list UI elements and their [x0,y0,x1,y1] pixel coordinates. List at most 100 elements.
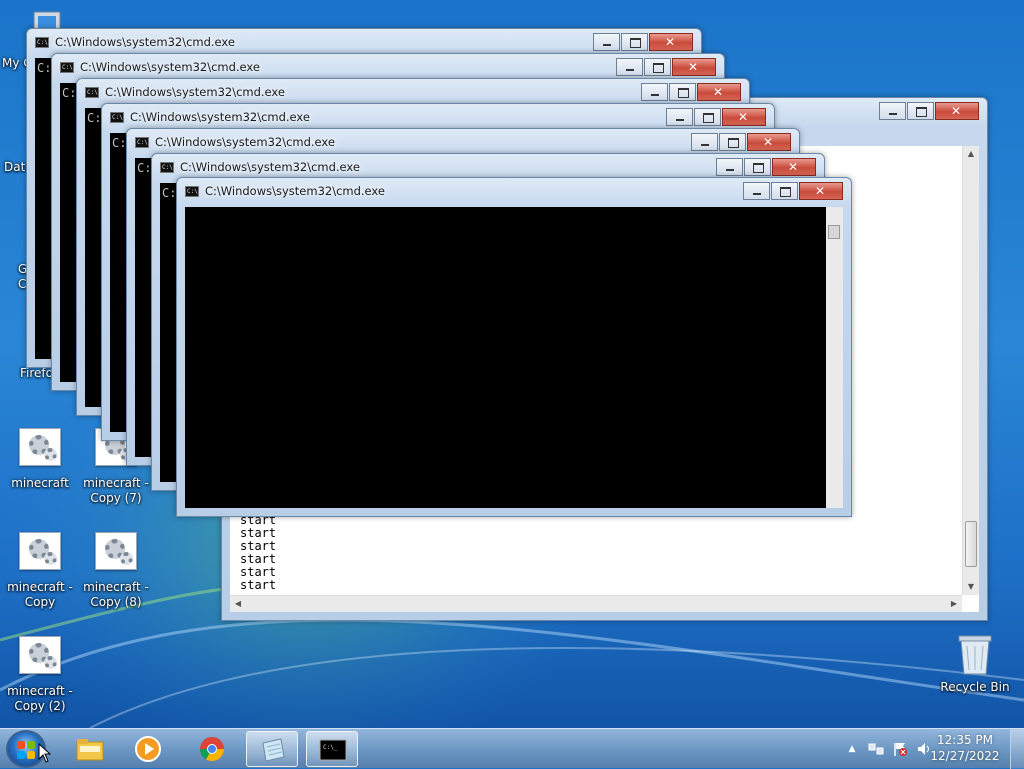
close-button[interactable] [649,33,693,51]
desktop-icon-minecraft-copy-2[interactable]: minecraft - Copy (2) [0,636,80,714]
desktop-icon-recycle-bin[interactable]: Recycle Bin [935,632,1015,695]
window-controls [690,133,791,151]
close-button[interactable] [935,102,979,120]
taskbar-button-windows-explorer[interactable] [64,731,116,767]
window-title: C:\Windows\system32\cmd.exe [155,135,335,149]
window-controls [592,33,693,51]
console-prompt: C: [112,136,127,150]
window-controls [715,158,816,176]
taskbar-button-notepad[interactable] [246,731,298,767]
desktop-icon-label-line1: minecraft - [7,684,73,698]
svg-text:C:\_: C:\_ [323,744,338,751]
desktop: My Comp ↗ DataWagon... ↗ Google Chrome ↗… [0,0,1024,728]
maximize-button[interactable] [644,58,671,76]
close-button[interactable] [697,83,741,101]
vertical-scrollbar[interactable]: ▲ ▼ [962,146,979,595]
clock-date: 12/27/2022 [930,749,1000,763]
scroll-left-arrow-icon[interactable]: ◀ [230,596,246,612]
console-prompt: C: [37,61,52,75]
console-prompt: C: [62,86,77,100]
cmd-icon: C:\ [185,186,199,197]
console-area[interactable] [185,207,843,508]
desktop-icon-label-line1: minecraft - [7,580,73,594]
desktop-icon-minecraft[interactable]: minecraft [0,428,80,491]
cmd-window-active[interactable]: C:\ C:\Windows\system32\cmd.exe [176,177,852,517]
system-tray: ▲ 12:35 PM 12/27/2022 [834,729,1024,769]
show-hidden-icons-button[interactable]: ▲ [844,741,860,757]
window-title: C:\Windows\system32\cmd.exe [130,110,310,124]
windows-logo-icon [17,741,35,759]
desktop-icon-label-line2: Copy [24,595,56,609]
maximize-button[interactable] [669,83,696,101]
text-line: start [240,578,277,592]
cmd-icon: C:\ [60,62,74,73]
taskbar-button-google-chrome[interactable] [186,731,238,767]
action-center-flag-icon[interactable] [892,741,908,757]
scroll-down-arrow-icon[interactable]: ▼ [963,579,979,595]
desktop-icon-minecraft-copy[interactable]: minecraft - Copy [0,532,80,610]
window-title: C:\Windows\system32\cmd.exe [105,85,285,99]
minimize-button[interactable] [666,108,693,126]
clock-time: 12:35 PM [937,733,993,747]
console-prompt: C: [162,186,177,200]
minimize-button[interactable] [716,158,743,176]
horizontal-scrollbar[interactable]: ◀ ▶ [230,595,962,612]
cmd-icon: C:\ [35,37,49,48]
desktop-icon-label-line1: minecraft - [83,580,149,594]
taskbar-button-command-prompt[interactable]: C:\_ [306,731,358,767]
cmd-icon: C:\ [85,87,99,98]
console-scrollbar[interactable] [826,207,843,508]
close-button[interactable] [772,158,816,176]
minimize-button[interactable] [743,182,770,200]
title-bar[interactable]: C:\ C:\Windows\system32\cmd.exe [52,54,724,80]
chrome-icon [199,737,225,762]
close-button[interactable] [799,182,843,200]
scroll-thumb[interactable] [828,225,840,239]
taskbar-button-media-player[interactable] [122,731,174,767]
cmd-icon: C:\ [135,137,149,148]
maximize-button[interactable] [719,133,746,151]
maximize-button[interactable] [771,182,798,200]
desktop-icon-minecraft-copy-8[interactable]: minecraft - Copy (8) [76,532,156,610]
maximize-button[interactable] [621,33,648,51]
config-file-icon [18,532,62,576]
title-bar[interactable]: C:\ C:\Windows\system32\cmd.exe [102,104,774,130]
window-controls [878,102,979,120]
config-file-icon [94,532,138,576]
recycle-bin-icon [953,632,997,676]
title-bar[interactable]: C:\ C:\Windows\system32\cmd.exe [127,129,799,155]
scroll-up-arrow-icon[interactable]: ▲ [963,146,979,162]
close-button[interactable] [722,108,766,126]
title-bar[interactable]: C:\ C:\Windows\system32\cmd.exe [27,29,701,55]
taskbar: C:\_ ▲ 12:35 PM 12/27/2022 [0,728,1024,769]
title-bar[interactable]: C:\ C:\Windows\system32\cmd.exe [77,79,749,105]
minimize-button[interactable] [879,102,906,120]
maximize-button[interactable] [744,158,771,176]
maximize-button[interactable] [694,108,721,126]
window-controls [615,58,716,76]
scroll-thumb[interactable] [965,521,977,567]
desktop-icon-label: minecraft [11,476,69,490]
title-bar[interactable]: C:\ C:\Windows\system32\cmd.exe [177,178,851,204]
desktop-icon-label-line2: Copy (7) [90,491,142,505]
console-prompt: C: [87,111,102,125]
close-button[interactable] [747,133,791,151]
window-controls [742,182,843,200]
show-desktop-button[interactable] [1010,729,1024,769]
cmd-icon: C:\_ [319,739,347,761]
media-player-icon [135,736,161,762]
close-button[interactable] [672,58,716,76]
clock[interactable]: 12:35 PM 12/27/2022 [930,732,1000,764]
window-title: C:\Windows\system32\cmd.exe [80,60,260,74]
cmd-icon: C:\ [160,162,174,173]
scroll-right-arrow-icon[interactable]: ▶ [946,596,962,612]
console-prompt: C: [137,161,152,175]
folder-icon [76,739,104,761]
minimize-button[interactable] [691,133,718,151]
minimize-button[interactable] [593,33,620,51]
minimize-button[interactable] [641,83,668,101]
desktop-icon-label-line2: Copy (8) [90,595,142,609]
network-icon[interactable] [868,741,884,757]
maximize-button[interactable] [907,102,934,120]
minimize-button[interactable] [616,58,643,76]
